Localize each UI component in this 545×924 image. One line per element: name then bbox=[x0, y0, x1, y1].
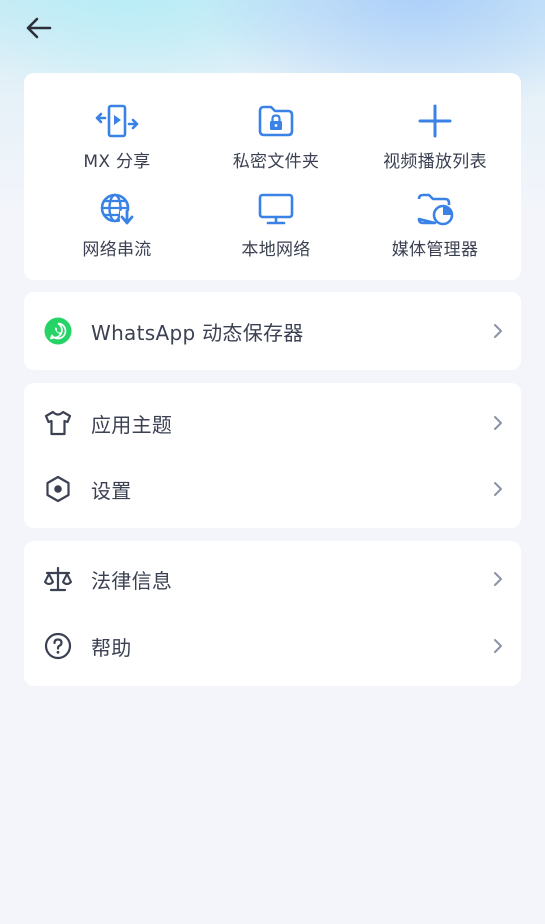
app-theme-item[interactable]: 应用主题 bbox=[24, 390, 521, 456]
tool-network-stream[interactable]: 网络串流 bbox=[34, 189, 200, 269]
tool-label: 视频播放列表 bbox=[383, 152, 487, 172]
legal-info-label: 法律信息 bbox=[91, 568, 173, 593]
chevron-right-icon bbox=[491, 570, 505, 588]
chevron-right-icon bbox=[491, 480, 505, 498]
tshirt-icon bbox=[43, 408, 73, 438]
chevron-right-icon bbox=[491, 414, 505, 432]
tool-mx-share[interactable]: MX 分享 bbox=[34, 101, 200, 181]
tool-label: 本地网络 bbox=[241, 240, 311, 260]
media-manager-icon bbox=[413, 189, 457, 229]
tool-label: 媒体管理器 bbox=[391, 240, 479, 260]
tools-card: MX 分享 私密文件夹 视频播放列表 网络串流 本地网络 媒体管理器 bbox=[24, 73, 521, 280]
settings-hex-icon bbox=[43, 474, 73, 504]
settings-item[interactable]: 设置 bbox=[24, 456, 521, 522]
arrow-left-icon bbox=[24, 16, 52, 44]
back-button[interactable] bbox=[18, 12, 58, 48]
tool-video-playlist[interactable]: 视频播放列表 bbox=[352, 101, 518, 181]
tool-label: 私密文件夹 bbox=[232, 152, 320, 172]
help-label: 帮助 bbox=[91, 635, 132, 660]
plus-icon bbox=[413, 101, 457, 141]
settings-label: 设置 bbox=[91, 478, 132, 503]
whatsapp-status-saver-item[interactable]: WhatsApp 动态保存器 bbox=[24, 298, 521, 364]
tool-media-manager[interactable]: 媒体管理器 bbox=[352, 189, 518, 269]
appearance-settings-card: 应用主题 设置 bbox=[24, 383, 521, 528]
tool-private-folder[interactable]: 私密文件夹 bbox=[193, 101, 359, 181]
whatsapp-label: WhatsApp 动态保存器 bbox=[91, 320, 304, 345]
chevron-right-icon bbox=[491, 637, 505, 655]
tool-label: 网络串流 bbox=[82, 240, 152, 260]
monitor-icon bbox=[254, 189, 298, 229]
whatsapp-icon bbox=[43, 316, 73, 346]
mx-share-icon bbox=[95, 101, 139, 141]
tool-local-network[interactable]: 本地网络 bbox=[193, 189, 359, 269]
private-folder-icon bbox=[254, 101, 298, 141]
tool-label: MX 分享 bbox=[83, 152, 151, 172]
legal-info-item[interactable]: 法律信息 bbox=[24, 546, 521, 612]
chevron-right-icon bbox=[491, 322, 505, 340]
help-icon bbox=[43, 631, 73, 661]
scales-icon bbox=[43, 564, 73, 594]
whatsapp-card: WhatsApp 动态保存器 bbox=[24, 292, 521, 370]
legal-help-card: 法律信息 帮助 bbox=[24, 541, 521, 686]
network-stream-icon bbox=[95, 189, 139, 229]
app-theme-label: 应用主题 bbox=[91, 412, 173, 437]
help-item[interactable]: 帮助 bbox=[24, 613, 521, 679]
